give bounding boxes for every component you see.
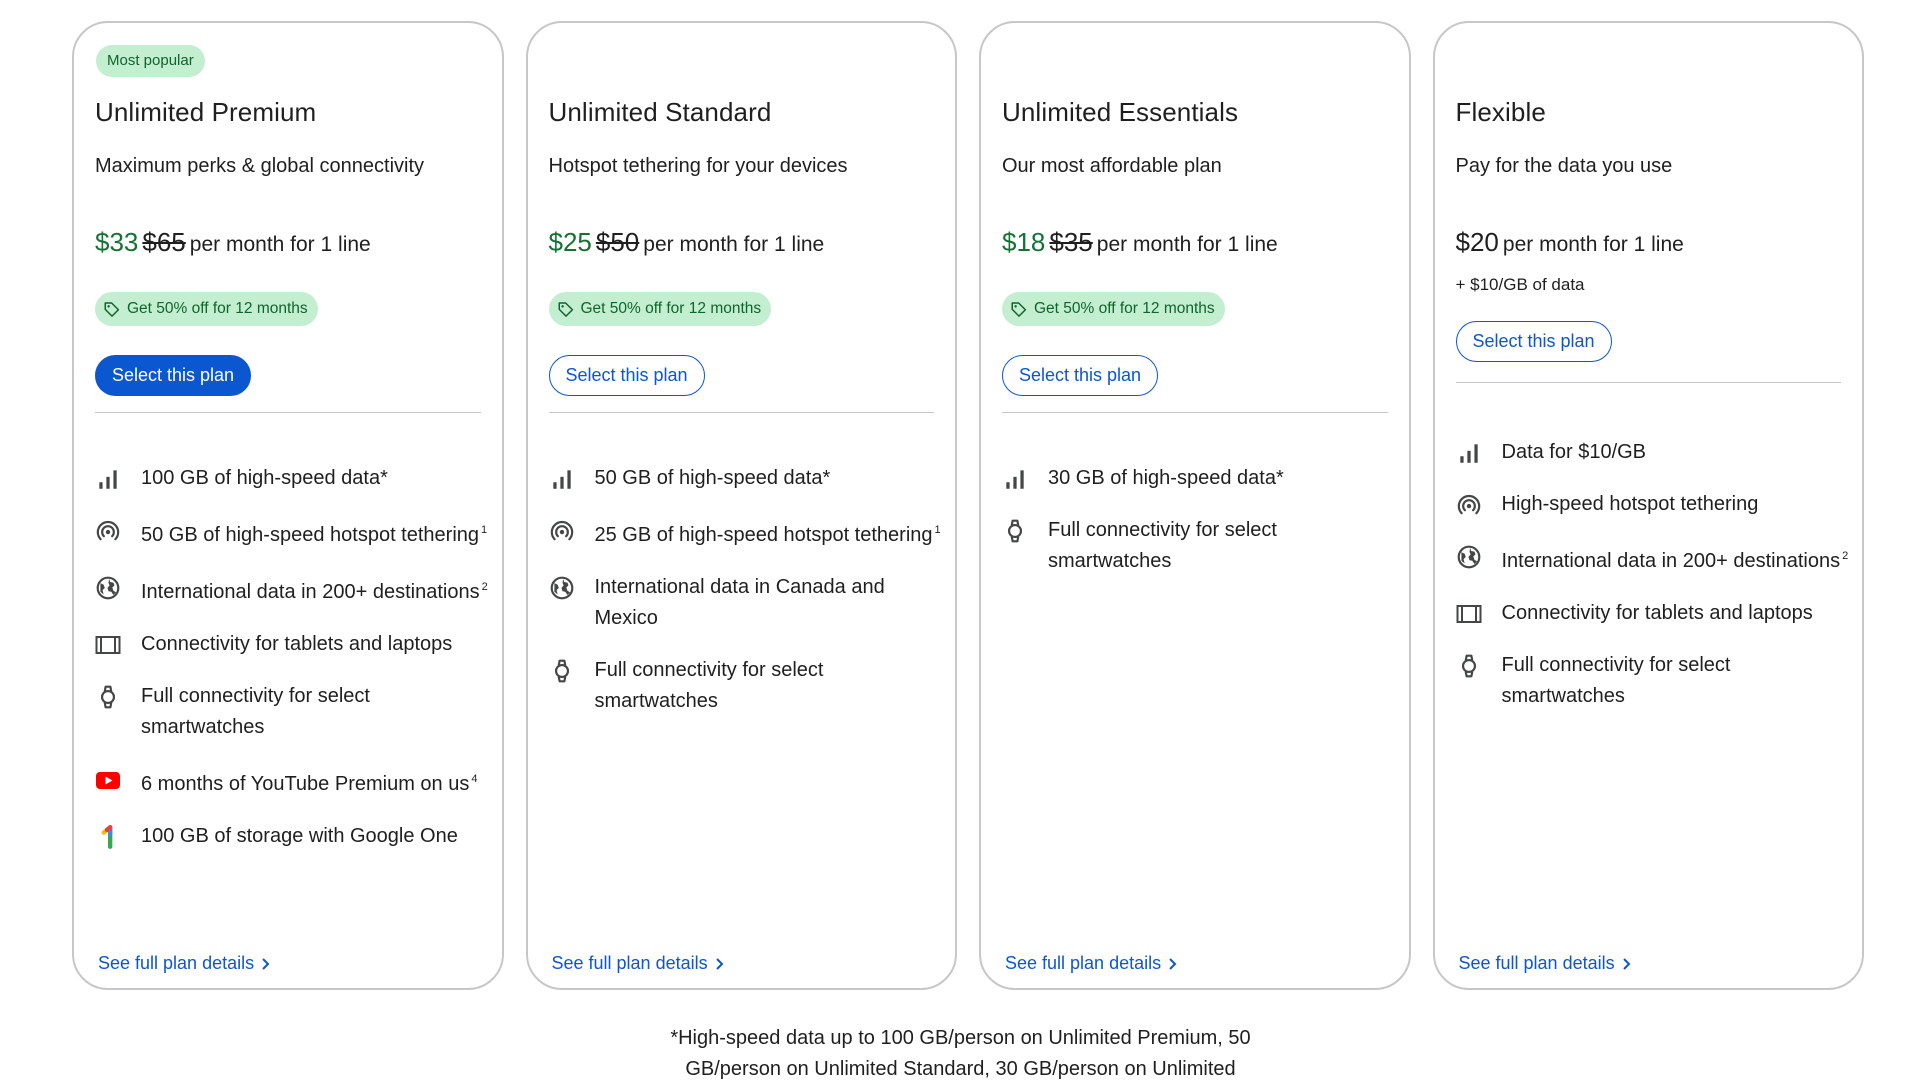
promo-text: Get 50% off for 12 months: [1034, 300, 1215, 317]
footnote-text: *High-speed data up to 100 GB/person on …: [670, 1027, 1251, 1080]
smartwatch-icon: [95, 684, 121, 710]
select-plan-button[interactable]: Select this plan: [1455, 321, 1612, 362]
feature-item: 50 GB of high-speed data*: [549, 463, 944, 494]
signal-bars-icon: [1002, 466, 1028, 492]
plan-title: Unlimited Premium: [95, 97, 317, 127]
plan-subtitle: Our most affordable plan: [1002, 155, 1222, 177]
see-full-plan-details-link[interactable]: See full plan details: [98, 953, 271, 974]
promo-badge: Get 50% off for 12 months: [548, 292, 772, 326]
google-one-icon: [95, 824, 121, 850]
select-plan-button[interactable]: Select this plan: [548, 355, 705, 396]
tablet-icon: [95, 632, 121, 658]
divider: [548, 412, 934, 413]
signal-bars-icon: [1456, 440, 1482, 466]
plan-subtitle: Hotspot tethering for your devices: [548, 155, 848, 177]
select-plan-button[interactable]: Select this plan: [95, 355, 252, 396]
feature-item: 50 GB of high-speed hotspot tethering 1: [95, 515, 490, 551]
price-current: $20: [1455, 227, 1499, 257]
signal-bars-icon: [549, 466, 575, 492]
globe-icon: [1456, 544, 1482, 570]
feature-item: Full connectivity for select smartwatche…: [95, 681, 490, 743]
plan-price: $33 $65 per month for 1 line: [95, 227, 371, 258]
price-note: + $10/GB of data: [1455, 275, 1585, 294]
feature-item: International data in 200+ destinations 2: [95, 572, 490, 608]
chevron-right-icon: [715, 957, 724, 970]
price-current: $33: [95, 227, 139, 257]
plan-card-unlimited-premium: Most popular Unlimited Premium Maximum p…: [72, 21, 504, 990]
plan-card-flexible: Flexible Pay for the data you use $20 per…: [1432, 21, 1864, 990]
promo-text: Get 50% off for 12 months: [580, 300, 762, 317]
price-original: $65: [142, 227, 186, 257]
hotspot-icon: [95, 518, 121, 544]
feature-item: Full connectivity for select smartwatche…: [1456, 650, 1851, 712]
hotspot-icon: [1456, 492, 1482, 518]
price-original: $50: [595, 227, 640, 257]
feature-list: 100 GB of high-speed data* 50 GB of high…: [95, 463, 490, 873]
feature-list: Data for $10/GB High-speed hotspot tethe…: [1456, 437, 1851, 733]
feature-list: 30 GB of high-speed data* Full connectiv…: [1002, 463, 1397, 598]
plan-subtitle: Pay for the data you use: [1455, 155, 1673, 177]
price-unit: per month for 1 line: [643, 233, 825, 256]
signal-bars-icon: [95, 466, 121, 492]
plan-title: Unlimited Essentials: [1002, 97, 1239, 127]
price-unit: per month for 1 line: [189, 233, 371, 256]
plan-cards: Most popular Unlimited Premium Maximum p…: [72, 21, 1864, 990]
smartwatch-icon: [1002, 518, 1028, 544]
tag-icon: [104, 302, 120, 317]
divider: [1002, 412, 1388, 413]
feature-item: 100 GB of high-speed data*: [95, 463, 490, 494]
promo-badge: Get 50% off for 12 months: [95, 292, 318, 326]
plan-title: Unlimited Standard: [548, 97, 772, 127]
plan-title: Flexible: [1455, 97, 1546, 127]
tag-icon: [1011, 302, 1027, 317]
smartwatch-icon: [549, 658, 575, 684]
plan-price: $20 per month for 1 line: [1456, 227, 1684, 258]
plan-subtitle: Maximum perks & global connectivity: [95, 155, 425, 177]
plan-price: $25 $50 per month for 1 line: [549, 227, 825, 258]
hotspot-icon: [549, 518, 575, 544]
feature-item: 6 months of YouTube Premium on us 4: [95, 764, 490, 800]
see-full-plan-details-link[interactable]: See full plan details: [1005, 953, 1178, 974]
divider: [1455, 382, 1841, 383]
plan-card-unlimited-standard: Unlimited Standard Hotspot tethering for…: [525, 21, 957, 990]
price-unit: per month for 1 line: [1096, 233, 1278, 256]
see-full-plan-details-link[interactable]: See full plan details: [552, 953, 725, 974]
feature-item: High-speed hotspot tethering: [1456, 489, 1851, 520]
price-unit: per month for 1 line: [1502, 233, 1684, 256]
see-full-plan-details-link[interactable]: See full plan details: [1459, 953, 1632, 974]
promo-text: Get 50% off for 12 months: [127, 300, 308, 317]
feature-list: 50 GB of high-speed data* 25 GB of high-…: [549, 463, 944, 738]
globe-icon: [95, 575, 121, 601]
smartwatch-icon: [1456, 653, 1482, 679]
feature-item: International data in 200+ destinations 2: [1456, 541, 1851, 577]
plan-card-unlimited-essentials: Unlimited Essentials Our most affordable…: [979, 21, 1411, 990]
feature-item: International data in Canada and Mexico: [549, 572, 944, 634]
youtube-icon: [95, 767, 121, 793]
select-plan-button[interactable]: Select this plan: [1002, 355, 1159, 396]
promo-badge: Get 50% off for 12 months: [1002, 292, 1225, 326]
globe-icon: [549, 575, 575, 601]
chevron-right-icon: [1169, 957, 1177, 970]
plan-price: $18 $35 per month for 1 line: [1002, 227, 1278, 258]
feature-item: 30 GB of high-speed data*: [1002, 463, 1397, 494]
feature-item: Data for $10/GB: [1456, 437, 1851, 468]
divider: [95, 412, 481, 413]
most-popular-badge: Most popular: [96, 45, 205, 77]
feature-item: Full connectivity for select smartwatche…: [549, 655, 944, 717]
feature-item: Connectivity for tablets and laptops: [95, 629, 490, 660]
feature-item: 25 GB of high-speed hotspot tethering 1: [549, 515, 944, 551]
feature-item: 100 GB of storage with Google One: [95, 821, 490, 852]
chevron-right-icon: [1622, 957, 1631, 970]
footnote: *High-speed data up to 100 GB/person on …: [0, 1023, 1921, 1081]
price-original: $35: [1049, 227, 1093, 257]
chevron-right-icon: [262, 957, 270, 970]
feature-item: Connectivity for tablets and laptops: [1456, 598, 1851, 629]
feature-item: Full connectivity for select smartwatche…: [1002, 515, 1397, 577]
price-current: $25: [548, 227, 592, 257]
price-current: $18: [1002, 227, 1046, 257]
tablet-icon: [1456, 601, 1482, 627]
tag-icon: [558, 302, 573, 317]
